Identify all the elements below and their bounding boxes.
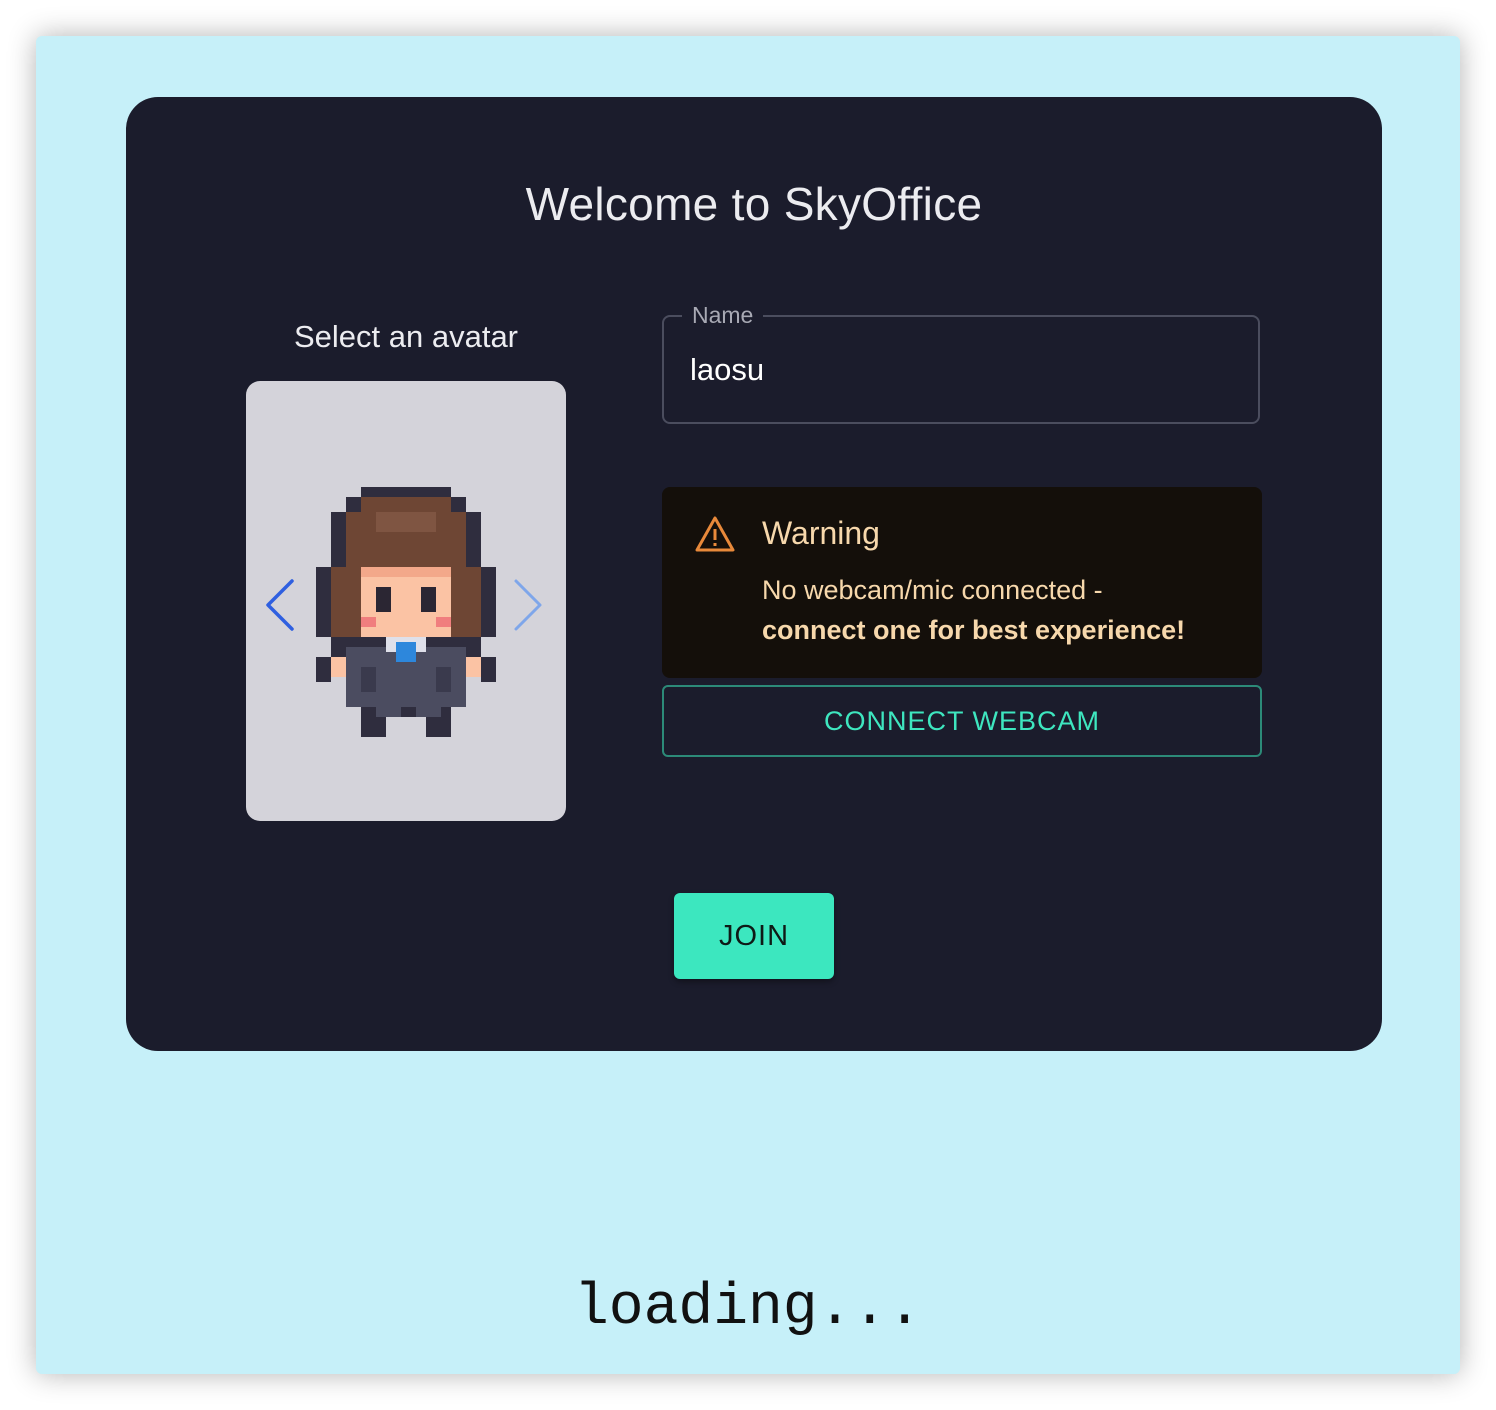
warning-triangle-icon bbox=[695, 516, 735, 552]
warning-title: Warning bbox=[762, 515, 880, 551]
name-input[interactable] bbox=[690, 347, 1230, 393]
app-window: Welcome to SkyOffice Select an avatar Na… bbox=[36, 36, 1460, 1374]
warning-message-emphasis: connect one for best experience! bbox=[762, 615, 1186, 645]
warning-message: No webcam/mic connected - bbox=[762, 575, 1103, 605]
join-button[interactable]: JOIN bbox=[674, 893, 834, 979]
connect-webcam-button[interactable]: CONNECT WEBCAM bbox=[662, 685, 1262, 757]
webcam-warning-alert: Warning No webcam/mic connected - connec… bbox=[662, 487, 1262, 678]
avatar-carousel bbox=[246, 381, 566, 821]
loading-text: loading... bbox=[573, 1276, 923, 1341]
dialog-title: Welcome to SkyOffice bbox=[525, 178, 983, 230]
name-field[interactable]: Name bbox=[662, 300, 1260, 424]
avatar-select-label: Select an avatar bbox=[293, 319, 519, 354]
name-field-label: Name bbox=[682, 300, 764, 330]
chevron-right-icon[interactable] bbox=[508, 577, 548, 633]
avatar-sprite bbox=[316, 487, 496, 737]
login-dialog: Welcome to SkyOffice Select an avatar Na… bbox=[126, 97, 1382, 1051]
chevron-left-icon[interactable] bbox=[260, 577, 300, 633]
